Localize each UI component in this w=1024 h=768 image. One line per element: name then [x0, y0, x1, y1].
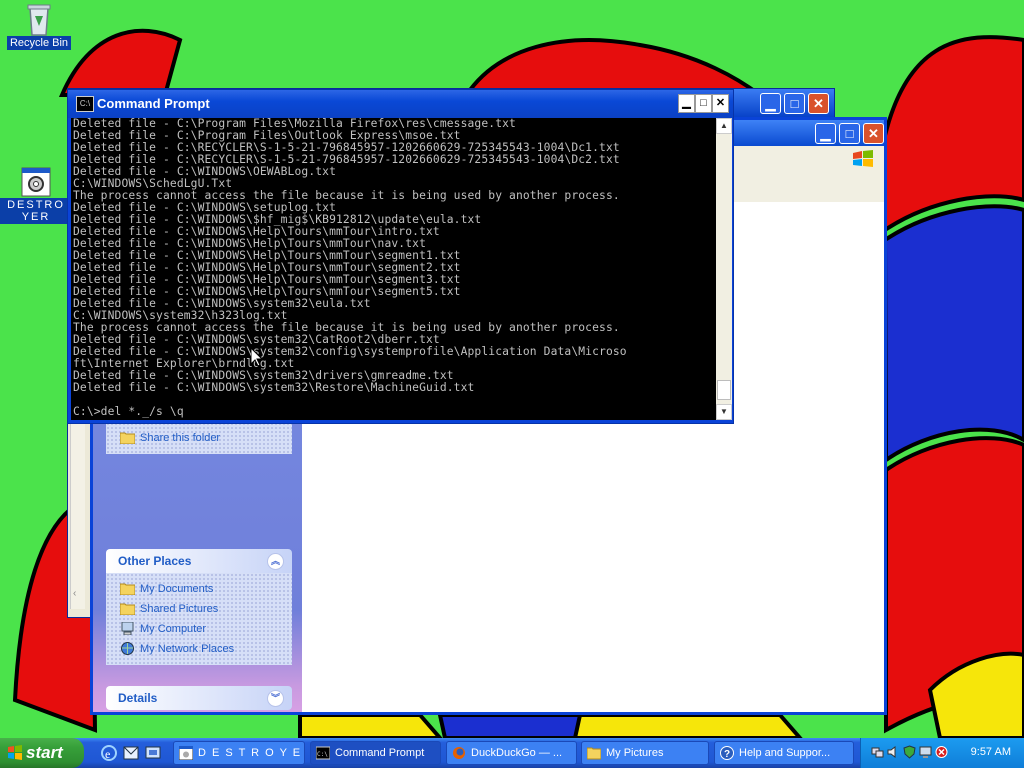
outlook-quicklaunch-icon[interactable] [122, 744, 140, 762]
show-desktop-quicklaunch-icon[interactable] [144, 744, 162, 762]
close-button[interactable]: ✕ [712, 94, 729, 113]
system-tray: 9:57 AM [860, 738, 1024, 768]
my-computer-link[interactable]: My Computer [118, 619, 292, 639]
shared-pictures-link[interactable]: Shared Pictures [118, 599, 292, 619]
close-button[interactable]: ✕ [808, 93, 829, 114]
scroll-left-arrow-icon[interactable]: ‹ [73, 588, 76, 599]
expand-chevron-icon[interactable]: ︾ [267, 690, 284, 707]
my-documents-link[interactable]: My Documents [118, 579, 292, 599]
console-text: Deleted file - C:\Program Files\Mozilla … [73, 118, 627, 418]
share-this-folder-link[interactable]: Share this folder [118, 428, 292, 448]
recycle-bin-icon[interactable]: Recycle Bin [6, 2, 72, 50]
maximize-button[interactable]: □ [839, 123, 860, 144]
scroll-thumb[interactable] [717, 380, 731, 400]
taskbar-my-pictures-button[interactable]: My Pictures [581, 741, 709, 765]
folder-icon [120, 603, 135, 615]
background-window-scrollbar[interactable]: ‹ [70, 419, 85, 609]
firefox-icon [453, 747, 465, 759]
help-icon: ? [720, 746, 734, 760]
command-prompt-window[interactable]: C:\ Command Prompt ▁ □ ✕ Deleted file - … [67, 89, 734, 424]
destroyer-label: DESTROYER [0, 198, 72, 224]
folder-icon [587, 747, 601, 760]
taskbar-destroyer-button[interactable]: D E S T R O Y E ... [173, 741, 305, 765]
minimize-button[interactable]: ▁ [815, 123, 836, 144]
windows-logo-icon [853, 150, 873, 167]
command-prompt-icon: C:\ [316, 746, 330, 760]
other-places-header[interactable]: Other Places ︽ [106, 549, 292, 573]
minimize-button[interactable]: ▁ [678, 94, 695, 113]
svg-text:e: e [105, 747, 110, 761]
scroll-up-arrow-icon[interactable]: ▲ [716, 118, 732, 134]
folder-icon [120, 583, 135, 595]
my-network-places-link[interactable]: My Network Places [118, 639, 292, 659]
svg-text:C:\: C:\ [317, 751, 328, 758]
console-scrollbar[interactable]: ▲ ▼ [716, 118, 732, 420]
taskbar-clock[interactable]: 9:57 AM [971, 746, 1011, 758]
command-prompt-title: Command Prompt [97, 96, 210, 111]
computer-icon [121, 622, 134, 635]
close-button[interactable]: ✕ [863, 123, 884, 144]
taskbar-help-support-button[interactable]: ? Help and Suppor... [714, 741, 854, 765]
shield-tray-icon[interactable] [903, 745, 916, 759]
recycle-bin-glyph-icon [27, 4, 51, 36]
collapse-chevron-icon[interactable]: ︽ [267, 553, 284, 570]
network-tray-icon[interactable] [871, 745, 884, 759]
security-alert-tray-icon[interactable] [935, 745, 948, 759]
maximize-button[interactable]: □ [695, 94, 712, 113]
destroyer-program-icon[interactable]: DESTROYER [0, 166, 72, 224]
volume-tray-icon[interactable] [887, 745, 900, 759]
mouse-pointer-icon [251, 348, 263, 367]
svg-text:?: ? [724, 749, 730, 760]
windows-flag-icon [8, 745, 22, 760]
internet-explorer-quicklaunch-icon[interactable]: e [100, 744, 118, 762]
recycle-bin-label: Recycle Bin [6, 36, 72, 50]
batch-file-icon [179, 746, 193, 760]
network-icon [121, 642, 134, 655]
display-tray-icon[interactable] [919, 745, 932, 759]
maximize-button[interactable]: □ [784, 93, 805, 114]
folder-share-icon [120, 432, 135, 444]
taskbar: start e D E S T R O Y E ... C:\ Command … [0, 738, 1024, 768]
batch-file-gear-icon [21, 167, 51, 197]
command-prompt-app-icon[interactable]: C:\ [76, 96, 94, 112]
minimize-button[interactable]: ▁ [760, 93, 781, 114]
other-places-panel: Other Places ︽ My Documents Shared Pictu… [106, 549, 292, 665]
taskbar-command-prompt-button[interactable]: C:\ Command Prompt [310, 741, 441, 765]
start-button[interactable]: start [0, 738, 84, 768]
details-header[interactable]: Details ︾ [106, 686, 292, 710]
command-prompt-titlebar[interactable]: C:\ Command Prompt ▁ □ ✕ [68, 90, 733, 118]
file-tasks-panel: Share this folder [106, 422, 292, 454]
scroll-down-arrow-icon[interactable]: ▼ [716, 404, 732, 420]
taskbar-duckduckgo-button[interactable]: DuckDuckGo — ... [446, 741, 577, 765]
console-output[interactable]: Deleted file - C:\Program Files\Mozilla … [71, 118, 716, 420]
details-panel: Details ︾ [106, 686, 292, 710]
